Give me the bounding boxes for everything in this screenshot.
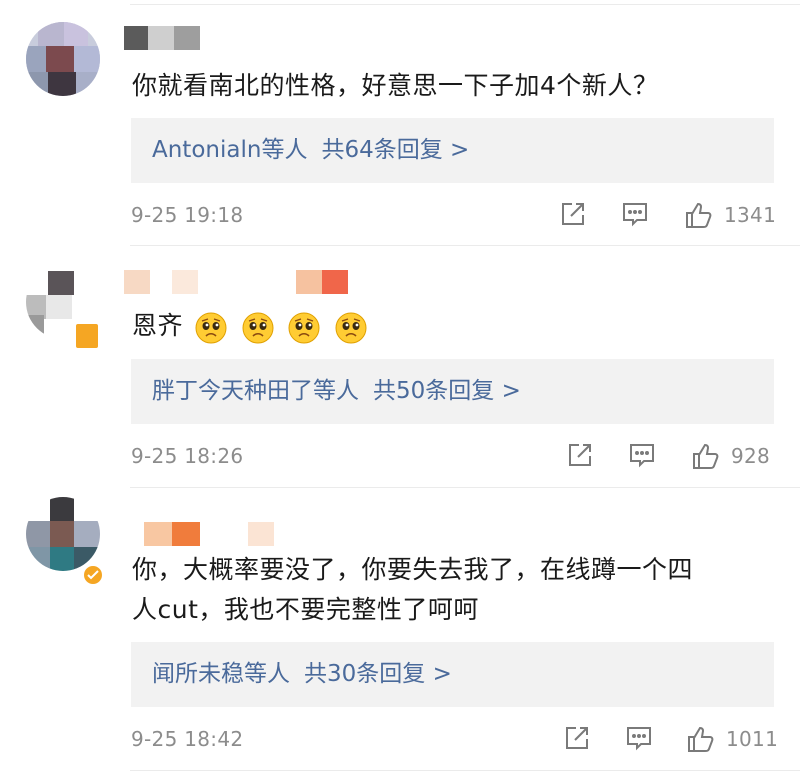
like-count: 1011 xyxy=(726,727,779,751)
share-icon[interactable] xyxy=(566,441,594,471)
username-redacted[interactable] xyxy=(124,26,364,52)
reply-suffix: 等人 xyxy=(244,661,290,687)
like-button[interactable]: 928 xyxy=(691,441,774,471)
comment-feed: 你就看南北的性格，好意思一下子加4个新人？ Antonialn等人 共64条回复 … xyxy=(0,0,800,772)
avatar[interactable] xyxy=(26,22,100,96)
pleading-face-icon xyxy=(335,312,367,344)
comment-icon[interactable] xyxy=(625,724,653,754)
avatar[interactable] xyxy=(26,497,100,571)
share-icon[interactable] xyxy=(559,200,587,230)
comment-text: 恩齐 xyxy=(132,306,772,347)
pleading-face-icon xyxy=(242,312,274,344)
verified-badge-icon xyxy=(76,324,98,348)
reply-users[interactable]: 闻所未稳 xyxy=(152,661,244,687)
comment-icon[interactable] xyxy=(621,200,649,230)
username-redacted[interactable] xyxy=(124,270,364,296)
reply-suffix: 等人 xyxy=(313,378,359,404)
like-count: 1341 xyxy=(724,203,777,227)
comment-meta: 9-25 18:42 1011 xyxy=(131,724,778,754)
comment-meta: 9-25 18:26 928 xyxy=(131,441,774,471)
divider xyxy=(130,245,800,246)
divider xyxy=(130,4,800,5)
comment-text-line: 人cut，我也不要完整性了呵呵 xyxy=(132,595,479,624)
reply-summary[interactable]: 闻所未稳等人 共30条回复 > xyxy=(131,642,774,707)
timestamp: 9-25 18:42 xyxy=(131,727,244,751)
like-count: 928 xyxy=(731,444,771,468)
reply-summary[interactable]: 胖丁今天种田了等人 共50条回复 > xyxy=(131,359,774,424)
timestamp: 9-25 19:18 xyxy=(131,203,244,227)
like-button[interactable]: 1341 xyxy=(684,200,777,230)
comment-text-line: 你，大概率要没了，你要失去我了，在线蹲一个四 xyxy=(132,555,694,584)
pleading-face-icon xyxy=(288,312,320,344)
reply-users[interactable]: 胖丁今天种田了 xyxy=(152,378,313,404)
emoji-group xyxy=(195,307,372,347)
comment-icon[interactable] xyxy=(628,441,656,471)
pleading-face-icon xyxy=(195,312,227,344)
reply-count-link[interactable]: 共64条回复 > xyxy=(321,137,469,163)
thumbs-up-icon xyxy=(686,202,712,228)
reply-summary[interactable]: Antonialn等人 共64条回复 > xyxy=(131,118,774,183)
thumbs-up-icon xyxy=(693,443,719,469)
verified-badge-icon xyxy=(82,564,104,586)
reply-suffix: 等人 xyxy=(261,137,308,163)
comment-meta: 9-25 19:18 1341 xyxy=(131,200,777,230)
like-button[interactable]: 1011 xyxy=(686,724,778,754)
username-redacted[interactable] xyxy=(124,522,364,548)
comment-text-body: 恩齐 xyxy=(132,311,184,340)
comment-text: 你就看南北的性格，好意思一下子加4个新人？ xyxy=(132,71,659,100)
reply-count-link[interactable]: 共30条回复 > xyxy=(304,661,452,687)
share-icon[interactable] xyxy=(563,724,591,754)
comment-text: 你，大概率要没了，你要失去我了，在线蹲一个四 人cut，我也不要完整性了呵呵 xyxy=(132,550,772,630)
divider xyxy=(130,770,800,771)
reply-users[interactable]: Antonialn xyxy=(152,137,261,163)
timestamp: 9-25 18:26 xyxy=(131,444,244,468)
thumbs-up-icon xyxy=(688,726,714,752)
reply-count-link[interactable]: 共50条回复 > xyxy=(373,378,521,404)
divider xyxy=(130,487,800,488)
